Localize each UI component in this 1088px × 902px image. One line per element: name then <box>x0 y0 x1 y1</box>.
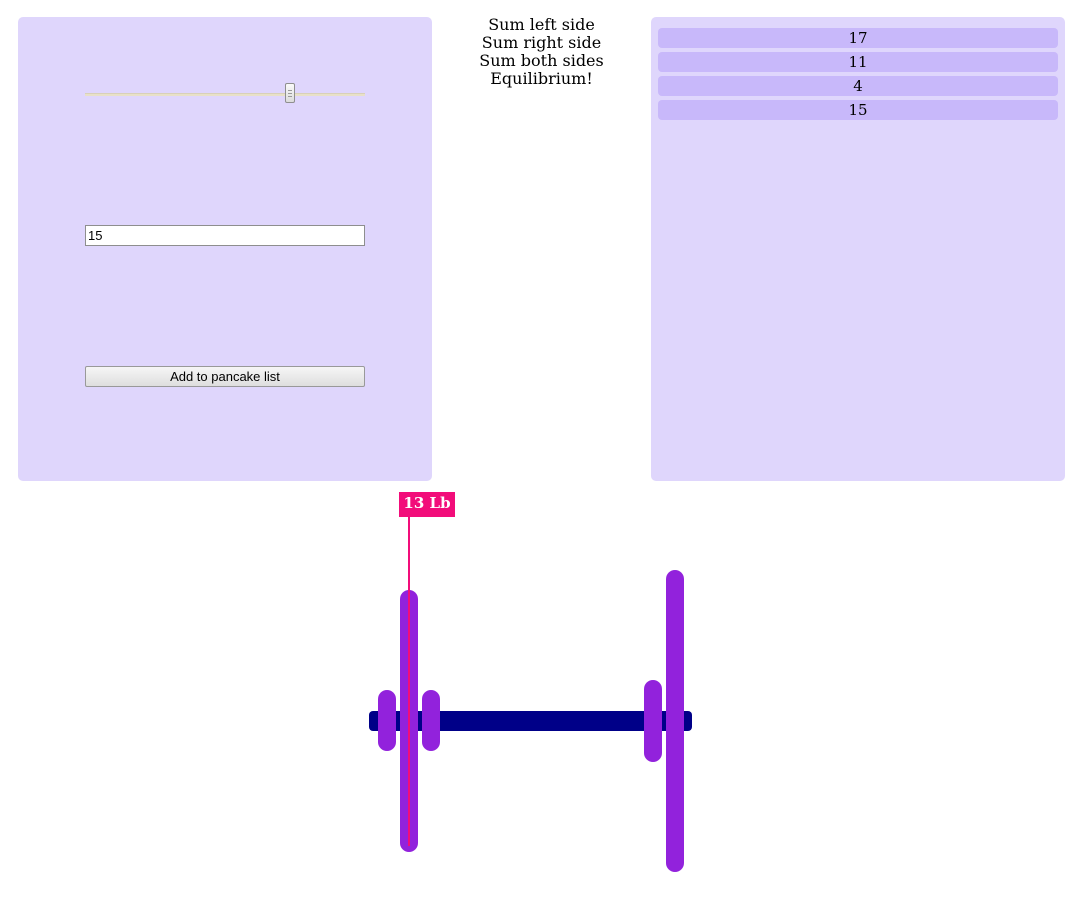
sums-summary: Sum left side Sum right side Sum both si… <box>441 16 642 88</box>
pancake-weight-slider[interactable] <box>85 83 365 105</box>
weight-tag: 13 Lb <box>399 492 455 517</box>
left-plate-small-inner[interactable] <box>378 690 396 751</box>
equilibrium-status: Equilibrium! <box>490 69 593 88</box>
left-plate-small-outer[interactable] <box>422 690 440 751</box>
control-panel: Add to pancake list <box>18 17 432 481</box>
weight-tag-pointer-line <box>408 516 410 846</box>
pancake-list-panel: 17 11 4 15 <box>651 17 1065 481</box>
sum-both-sides-label: Sum both sides <box>479 51 604 70</box>
slider-track[interactable] <box>85 93 365 96</box>
pancake-list: 17 11 4 15 <box>658 28 1058 124</box>
add-to-pancake-list-button[interactable]: Add to pancake list <box>85 366 365 387</box>
pancake-list-item[interactable]: 11 <box>658 52 1058 72</box>
sum-right-side-label: Sum right side <box>481 33 602 52</box>
sum-left-side-label: Sum left side <box>488 15 595 34</box>
pancake-list-item[interactable]: 17 <box>658 28 1058 48</box>
pancake-list-item[interactable]: 15 <box>658 100 1058 120</box>
pancake-list-item[interactable]: 4 <box>658 76 1058 96</box>
slider-thumb[interactable] <box>285 83 295 103</box>
right-plate-large[interactable] <box>666 570 684 872</box>
right-plate-medium[interactable] <box>644 680 662 762</box>
pancake-weight-input[interactable] <box>85 225 365 246</box>
